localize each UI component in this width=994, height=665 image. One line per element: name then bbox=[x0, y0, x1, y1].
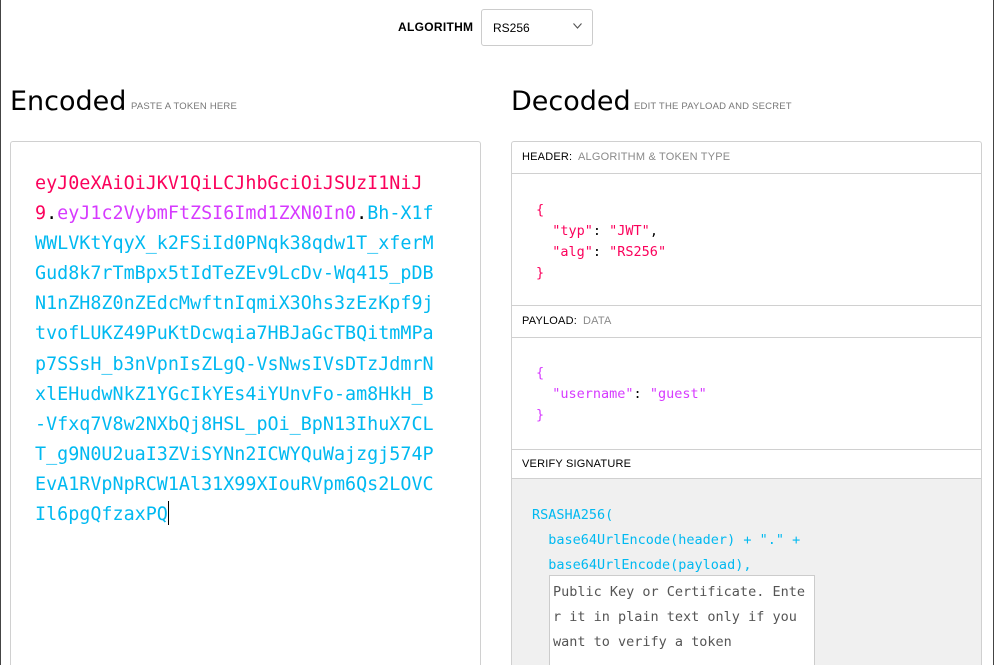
verify-signature-body: RSASHA256( base64UrlEncode(header) + "."… bbox=[512, 479, 981, 665]
token-payload-part: eyJ1c2VybmFtZSI6Imd1ZXN0In0 bbox=[57, 203, 357, 225]
algorithm-select[interactable]: RS256 bbox=[481, 9, 593, 46]
header-json-editor[interactable]: { "typ": "JWT", "alg": "RS256" } bbox=[512, 174, 981, 306]
decoded-title: Decoded bbox=[511, 86, 631, 117]
algorithm-selected-value: RS256 bbox=[493, 21, 530, 35]
header-section-key: HEADER: bbox=[522, 151, 573, 163]
decoded-panel: HEADER: ALGORITHM & TOKEN TYPE { "typ": … bbox=[511, 141, 982, 665]
verify-line-3: base64UrlEncode(payload), bbox=[532, 557, 752, 573]
header-json[interactable]: { "typ": "JWT", "alg": "RS256" } bbox=[536, 200, 666, 284]
token-dot-1: . bbox=[46, 203, 58, 225]
public-key-textarea[interactable]: Public Key or Certificate. Enter it in p… bbox=[549, 575, 815, 665]
encoded-title: Encoded bbox=[10, 86, 127, 117]
decoded-subtitle: EDIT THE PAYLOAD AND SECRET bbox=[634, 101, 792, 112]
public-key-placeholder: Public Key or Certificate. Enter it in p… bbox=[553, 584, 805, 650]
encoded-token-text[interactable]: eyJ0eXAiOiJKV1QiLCJhbGciOiJSUzI1NiJ9.eyJ… bbox=[35, 169, 435, 530]
payload-json[interactable]: { "username": "guest" } bbox=[536, 363, 707, 426]
payload-section-title: PAYLOAD: DATA bbox=[512, 306, 981, 338]
verify-section-key: VERIFY SIGNATURE bbox=[522, 458, 632, 470]
json-val-typ: "JWT" bbox=[609, 223, 650, 239]
verify-line-1: RSASHA256( bbox=[532, 507, 614, 523]
payload-section-desc: DATA bbox=[583, 315, 612, 327]
verify-code: RSASHA256( base64UrlEncode(header) + "."… bbox=[532, 503, 800, 578]
json-key-username: "username" bbox=[552, 386, 634, 402]
encoded-token-input[interactable]: eyJ0eXAiOiJKV1QiLCJhbGciOiJSUzI1NiJ9.eyJ… bbox=[10, 141, 481, 665]
token-dot-2: . bbox=[356, 203, 368, 225]
chevron-down-icon bbox=[573, 23, 582, 29]
header-section-title: HEADER: ALGORITHM & TOKEN TYPE bbox=[512, 142, 981, 174]
json-val-username: "guest" bbox=[649, 386, 707, 402]
algorithm-bar: ALGORITHM RS256 bbox=[1, 9, 994, 46]
payload-section-key: PAYLOAD: bbox=[522, 315, 577, 327]
header-section-desc: ALGORITHM & TOKEN TYPE bbox=[578, 151, 731, 163]
token-signature-part: Bh-X1fWWLVKtYqyX_k2FSiId0PNqk38qdw1T_xfe… bbox=[35, 203, 434, 526]
json-key-typ: "typ" bbox=[552, 223, 593, 239]
json-key-alg: "alg" bbox=[552, 244, 593, 260]
json-val-alg: "RS256" bbox=[609, 244, 667, 260]
verify-line-2: base64UrlEncode(header) + "." + bbox=[532, 532, 801, 548]
payload-json-editor[interactable]: { "username": "guest" } bbox=[512, 338, 981, 450]
verify-section-title: VERIFY SIGNATURE bbox=[512, 449, 981, 479]
encoded-subtitle: PASTE A TOKEN HERE bbox=[131, 101, 238, 112]
text-caret bbox=[167, 501, 169, 526]
algorithm-label: ALGORITHM bbox=[398, 20, 474, 34]
